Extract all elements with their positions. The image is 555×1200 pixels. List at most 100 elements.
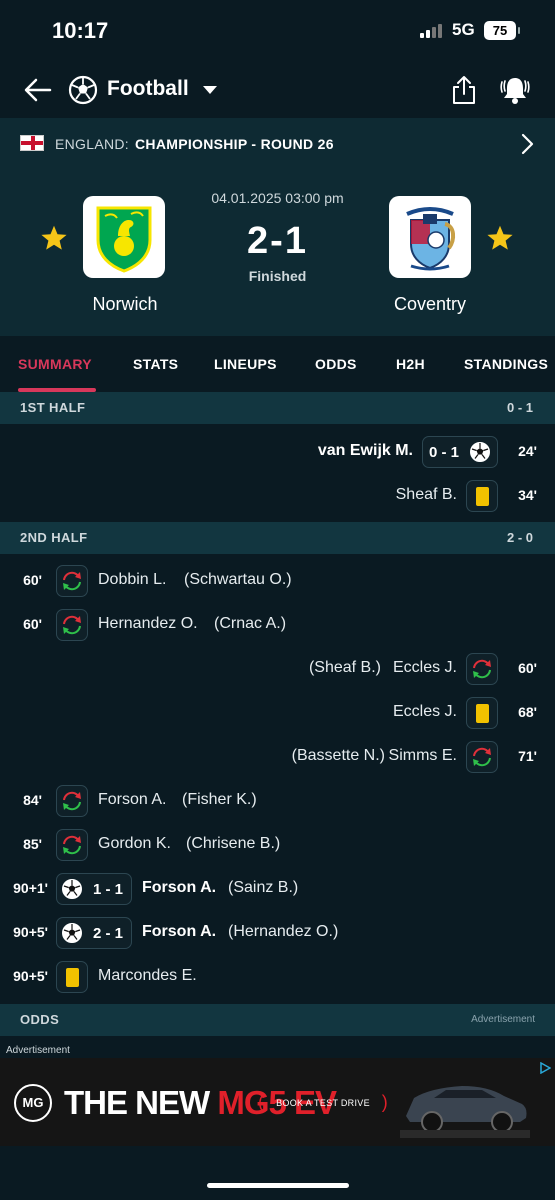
event-row[interactable]: 90+5' Marcondes E. (0, 955, 555, 999)
football-icon (68, 75, 98, 105)
card-badge (466, 480, 498, 512)
event-minute: 71' (518, 748, 537, 764)
goal-score: 0 - 1 (429, 444, 460, 461)
notification-bell-icon[interactable] (498, 73, 532, 107)
goal-badge: 0 - 1 (422, 436, 498, 468)
status-bar: 10:17 5G 75 (0, 0, 555, 62)
ad-banner[interactable]: MG THE NEW MG5 EV BOOK A TEST DRIVE (0, 1058, 555, 1146)
event-row[interactable]: 85' Gordon K. (Chrisene B.) (0, 823, 555, 867)
second-half-header: 2ND HALF 2 - 0 (0, 522, 555, 554)
tab-summary[interactable]: SUMMARY (18, 356, 92, 372)
match-status: Finished (248, 268, 307, 284)
first-half-header: 1ST HALF 0 - 1 (0, 392, 555, 424)
substitution-badge (56, 829, 88, 861)
player-out-name: (Bassette N.) (291, 747, 385, 764)
match-datetime: 04.01.2025 03:00 pm (211, 190, 344, 206)
yellow-card-icon (476, 704, 489, 723)
player-out-name: (Crnac A.) (214, 615, 287, 632)
substitution-arrows-icon (473, 659, 491, 679)
event-minute: 60' (23, 616, 42, 632)
event-minute: 60' (23, 572, 42, 588)
events-list: van Ewijk M. 0 - 1 24' Sheaf B. 34' 2ND … (0, 424, 555, 1004)
away-team-name[interactable]: Coventry (360, 294, 500, 315)
event-minute: 90+5' (13, 924, 48, 940)
substitution-badge (56, 565, 88, 597)
caret-down-icon[interactable] (202, 84, 218, 96)
assist-name: (Sainz B.) (228, 879, 299, 896)
match-score: 2-1 (247, 220, 308, 262)
mg-logo: MG (14, 1084, 52, 1122)
section-score: 2 - 0 (506, 530, 533, 545)
tab-lineups[interactable]: LINEUPS (214, 356, 277, 372)
event-row[interactable]: (Bassette N.) Simms E. 71' (0, 735, 555, 779)
scorer-name: Forson A. (142, 923, 217, 940)
advertisement-note: Advertisement (471, 1014, 535, 1025)
sport-title[interactable]: Football (107, 77, 189, 101)
tab-standings[interactable]: STANDINGS (464, 356, 548, 372)
match-header: Norwich 04.01.2025 03:00 pm 2-1 Finished… (0, 170, 555, 336)
ad-strip: Advertisement MG THE NEW MG5 EV BOOK A T… (0, 1036, 555, 1200)
card-badge (56, 961, 88, 993)
event-minute: 85' (23, 836, 42, 852)
ad-cta-button[interactable]: BOOK A TEST DRIVE (258, 1091, 388, 1114)
back-arrow-icon[interactable] (22, 74, 54, 106)
tab-h2h[interactable]: H2H (396, 356, 425, 372)
event-row[interactable]: van Ewijk M. 0 - 1 24' (0, 430, 555, 474)
event-row[interactable]: 84' Forson A. (Fisher K.) (0, 779, 555, 823)
substitution-arrows-icon (63, 835, 81, 855)
event-row[interactable]: 90+5' 2 - 1 Forson A. (Hernandez O.) (0, 911, 555, 955)
home-indicator[interactable] (207, 1183, 349, 1188)
battery-icon: 75 (484, 21, 520, 40)
favorite-star-icon[interactable] (40, 224, 68, 252)
league-bar[interactable]: ENGLAND: CHAMPIONSHIP - ROUND 26 (0, 118, 555, 170)
tab-odds[interactable]: ODDS (315, 356, 357, 372)
app-header: Football (0, 62, 555, 118)
match-tabs: SUMMARY STATS LINEUPS ODDS H2H STANDINGS (0, 336, 555, 392)
chevron-right-icon[interactable] (518, 132, 536, 156)
event-minute: 84' (23, 792, 42, 808)
section-title: 1ST HALF (20, 400, 86, 415)
home-team-name[interactable]: Norwich (55, 294, 195, 315)
ad-info-icon[interactable] (539, 1062, 551, 1074)
player-out-name: (Fisher K.) (182, 791, 257, 808)
event-row[interactable]: Eccles J. 68' (0, 691, 555, 735)
scorer-name: Forson A. (142, 879, 217, 896)
player-out-name: (Schwartau O.) (184, 571, 292, 588)
player-out-name: (Sheaf B.) (308, 659, 381, 676)
share-icon[interactable] (450, 74, 478, 106)
section-score: 0 - 1 (506, 400, 533, 415)
player-name: Sheaf B. (395, 486, 457, 503)
substitution-arrows-icon (63, 791, 81, 811)
event-row[interactable]: 60' Dobbin L. (Schwartau O.) (0, 559, 555, 603)
substitution-badge (56, 609, 88, 641)
substitution-arrows-icon (473, 747, 491, 767)
signal-icon (420, 24, 444, 38)
league-name: CHAMPIONSHIP - ROUND 26 (135, 136, 334, 152)
player-in-name: Dobbin L. (98, 571, 167, 588)
substitution-badge (56, 785, 88, 817)
event-minute: 60' (518, 660, 537, 676)
ad-headline-white: THE NEW (64, 1084, 218, 1121)
substitution-badge (466, 653, 498, 685)
goal-score: 2 - 1 (93, 925, 124, 942)
coventry-logo[interactable] (389, 196, 471, 278)
player-name: Marcondes E. (98, 967, 197, 984)
section-title: 2ND HALF (20, 530, 88, 545)
norwich-logo[interactable] (83, 196, 165, 278)
yellow-card-icon (66, 968, 79, 987)
event-row[interactable]: 90+1' 1 - 1 Forson A. (Sainz B.) (0, 867, 555, 911)
odds-header[interactable]: ODDS Advertisement (0, 1004, 555, 1036)
goal-score: 1 - 1 (93, 881, 124, 898)
card-badge (466, 697, 498, 729)
england-flag-icon (20, 135, 44, 151)
favorite-star-icon[interactable] (486, 224, 514, 252)
player-name: Eccles J. (392, 703, 457, 720)
event-row[interactable]: (Sheaf B.) Eccles J. 60' (0, 647, 555, 691)
event-minute: 68' (518, 704, 537, 720)
event-row[interactable]: 60' Hernandez O. (Crnac A.) (0, 603, 555, 647)
tab-stats[interactable]: STATS (133, 356, 178, 372)
event-minute: 90+5' (13, 968, 48, 984)
event-minute: 24' (518, 443, 537, 459)
event-row[interactable]: Sheaf B. 34' (0, 474, 555, 518)
event-minute: 90+1' (13, 880, 48, 896)
